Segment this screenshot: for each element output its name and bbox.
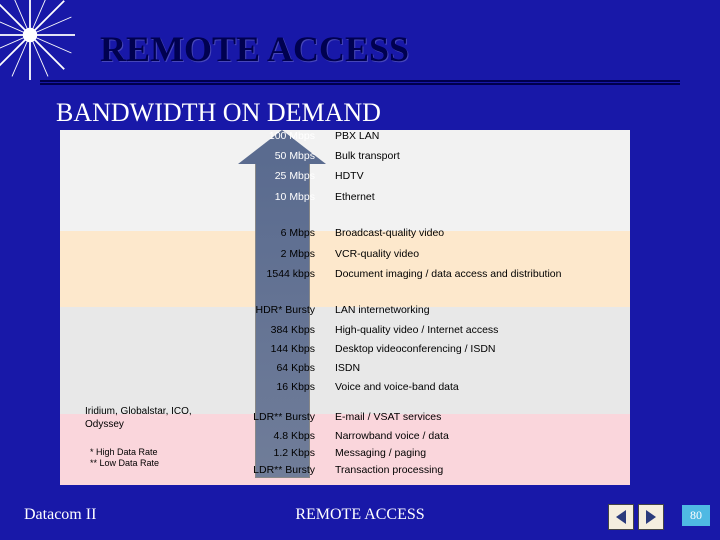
starburst-icon bbox=[0, 0, 75, 80]
app-cell: ISDN bbox=[335, 362, 625, 374]
app-cell: E-mail / VSAT services bbox=[335, 411, 625, 423]
next-button[interactable] bbox=[638, 504, 664, 530]
rate-cell: HDR* Bursty bbox=[185, 304, 315, 316]
rate-cell: 6 Mbps bbox=[185, 227, 315, 239]
rate-cell: 16 Kbps bbox=[185, 381, 315, 393]
app-cell: Desktop videoconferencing / ISDN bbox=[335, 343, 625, 355]
rate-cell: 2 Mbps bbox=[185, 248, 315, 260]
app-cell: Voice and voice-band data bbox=[335, 381, 625, 393]
rate-cell: 144 Kbps bbox=[185, 343, 315, 355]
app-cell: HDTV bbox=[335, 170, 625, 182]
rate-cell: 1544 kbps bbox=[185, 268, 315, 280]
prev-button[interactable] bbox=[608, 504, 634, 530]
slide-title: REMOTE ACCESS bbox=[100, 28, 409, 70]
chevron-left-icon bbox=[616, 510, 626, 524]
footnote-ldr: ** Low Data Rate bbox=[90, 458, 210, 469]
app-cell: Narrowband voice / data bbox=[335, 430, 625, 442]
app-cell: PBX LAN bbox=[335, 130, 625, 142]
app-cell: Bulk transport bbox=[335, 150, 625, 162]
footnote-hdr: * High Data Rate bbox=[90, 447, 210, 458]
rate-cell: 100 Mbps bbox=[185, 130, 315, 142]
chevron-right-icon bbox=[646, 510, 656, 524]
nav-buttons bbox=[608, 504, 664, 530]
app-cell: Transaction processing bbox=[335, 464, 625, 476]
app-cell: Document imaging / data access and distr… bbox=[335, 268, 625, 280]
app-cell: LAN internetworking bbox=[335, 304, 625, 316]
footnotes: * High Data Rate ** Low Data Rate bbox=[90, 447, 210, 470]
app-cell: High-quality video / Internet access bbox=[335, 324, 625, 336]
slide-subtitle: BANDWIDTH ON DEMAND bbox=[56, 98, 381, 128]
app-cell: Ethernet bbox=[335, 191, 625, 203]
bandwidth-chart: 100 Mbps PBX LAN 50 Mbps Bulk transport 25 M… bbox=[60, 130, 630, 485]
page-number: 80 bbox=[682, 505, 710, 526]
iridium-note: Iridium, Globalstar, ICO, Odyssey bbox=[85, 405, 200, 431]
rate-cell: 50 Mbps bbox=[185, 150, 315, 162]
app-cell: Broadcast-quality video bbox=[335, 227, 625, 239]
app-cell: Messaging / paging bbox=[335, 447, 625, 459]
rate-cell: 4.8 Kbps bbox=[185, 430, 315, 442]
app-cell: VCR-quality video bbox=[335, 248, 625, 260]
rate-cell: 384 Kbps bbox=[185, 324, 315, 336]
rate-cell: LDR** Bursty bbox=[185, 411, 315, 423]
rate-cell: 10 Mbps bbox=[185, 191, 315, 203]
rate-cell: 25 Mbps bbox=[185, 170, 315, 182]
title-divider bbox=[40, 80, 680, 85]
rate-cell: 64 Kpbs bbox=[185, 362, 315, 374]
